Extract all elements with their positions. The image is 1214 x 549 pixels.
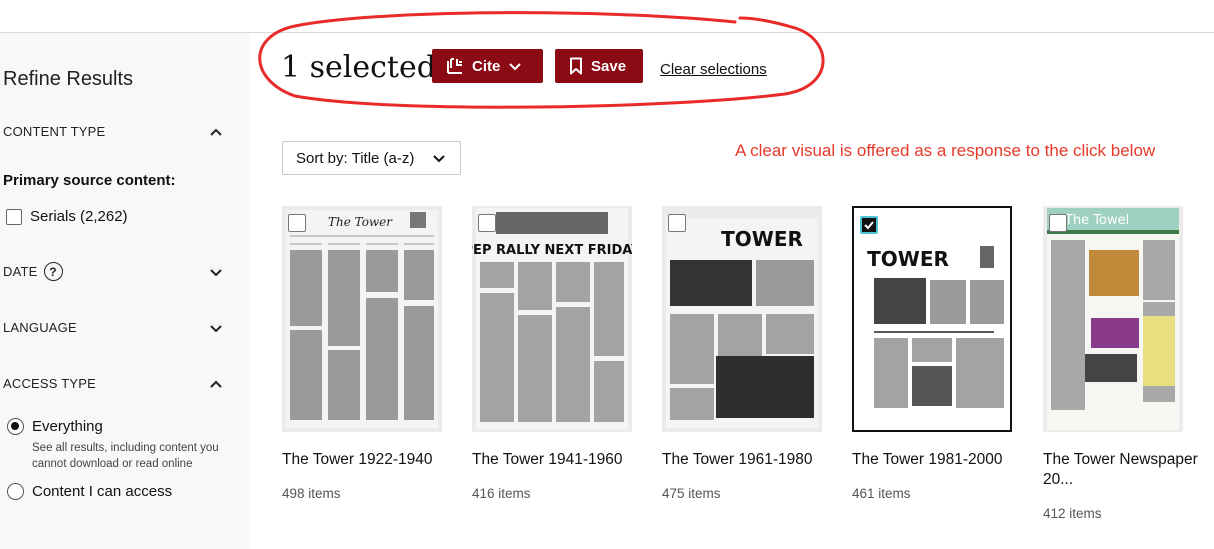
annotation-text: A clear visual is offered as a response … <box>735 141 1156 160</box>
facet-label: ACCESS TYPE <box>3 376 96 391</box>
item-count: 412 items <box>1043 506 1102 521</box>
item-count: 498 items <box>282 486 341 501</box>
facet-label: CONTENT TYPE <box>3 124 106 139</box>
newspaper-thumbnail[interactable]: TOWER <box>852 206 1012 432</box>
item-count: 475 items <box>662 486 721 501</box>
chevron-down-icon <box>509 63 522 71</box>
chevron-down-icon <box>210 324 222 332</box>
everything-radio[interactable] <box>7 418 24 435</box>
select-checkbox[interactable] <box>288 214 306 232</box>
serials-label: Serials (2,262) <box>30 208 128 225</box>
newspaper-thumbnail[interactable]: The Tower <box>282 206 442 432</box>
serials-checkbox[interactable] <box>6 208 22 225</box>
facet-content-type[interactable]: CONTENT TYPE <box>3 124 223 139</box>
primary-source-heading: Primary source content: <box>3 172 176 189</box>
item-count: 461 items <box>852 486 911 501</box>
chevron-up-icon <box>210 380 222 388</box>
save-label: Save <box>591 57 627 75</box>
card-title[interactable]: The Tower 1961-1980 <box>662 450 834 470</box>
card-title[interactable]: The Tower 1981-2000 <box>852 450 1024 470</box>
everything-description: See all results, including content you c… <box>32 442 219 470</box>
svg-text:The Towel: The Towel <box>1064 213 1129 228</box>
access-content-i-can-access-option[interactable]: Content I can access <box>7 483 172 500</box>
newspaper-thumbnail[interactable]: The Towel <box>1043 206 1183 432</box>
everything-label: Everything <box>32 418 103 435</box>
clear-selections-link[interactable]: Clear selections <box>660 61 767 78</box>
svg-text:The Tower: The Tower <box>328 215 393 229</box>
card-title[interactable]: The Tower 1922-1940 <box>282 450 454 470</box>
serials-filter[interactable]: Serials (2,262) <box>6 208 128 225</box>
chevron-down-icon <box>433 155 445 163</box>
card-title[interactable]: The Tower 1941-1960 <box>472 450 644 470</box>
facet-label: DATE <box>3 264 38 279</box>
chevron-down-icon <box>210 268 222 276</box>
select-checkbox[interactable] <box>1049 214 1067 232</box>
refine-results-heading: Refine Results <box>3 68 134 90</box>
checkmark-icon <box>864 221 874 230</box>
content-access-label: Content I can access <box>32 483 173 500</box>
card-title[interactable]: The Tower Newspaper 20... <box>1043 450 1214 490</box>
cite-label: Cite <box>472 57 501 75</box>
sort-dropdown[interactable]: Sort by: Title (a-z) <box>282 141 461 175</box>
access-everything-option[interactable]: Everything <box>7 418 103 435</box>
newspaper-thumbnail[interactable]: PEP RALLY NEXT FRIDAY <box>472 206 632 432</box>
bookmark-icon <box>570 57 582 75</box>
item-count: 416 items <box>472 486 531 501</box>
select-checkbox[interactable] <box>668 214 686 232</box>
selected-count: 1 selected <box>281 50 436 85</box>
svg-text:TOWER: TOWER <box>721 227 803 251</box>
facet-access-type[interactable]: ACCESS TYPE <box>3 376 223 391</box>
svg-text:TOWER: TOWER <box>867 247 949 271</box>
help-icon[interactable]: ? <box>43 262 63 281</box>
chevron-up-icon <box>210 128 222 136</box>
facet-language[interactable]: LANGUAGE <box>3 320 223 335</box>
svg-text:PEP RALLY NEXT FRIDAY: PEP RALLY NEXT FRIDAY <box>472 243 632 258</box>
content-access-radio[interactable] <box>7 483 24 500</box>
select-checkbox-checked[interactable] <box>860 216 878 234</box>
cite-button[interactable]: Cite <box>432 49 543 83</box>
facet-label: LANGUAGE <box>3 320 77 335</box>
save-button[interactable]: Save <box>555 49 643 83</box>
sort-label: Sort by: Title (a-z) <box>296 149 415 167</box>
select-checkbox[interactable] <box>478 214 496 232</box>
facet-date[interactable]: DATE ? <box>3 262 223 281</box>
newspaper-thumbnail[interactable]: TOWER <box>662 206 822 432</box>
cite-icon <box>447 58 462 74</box>
